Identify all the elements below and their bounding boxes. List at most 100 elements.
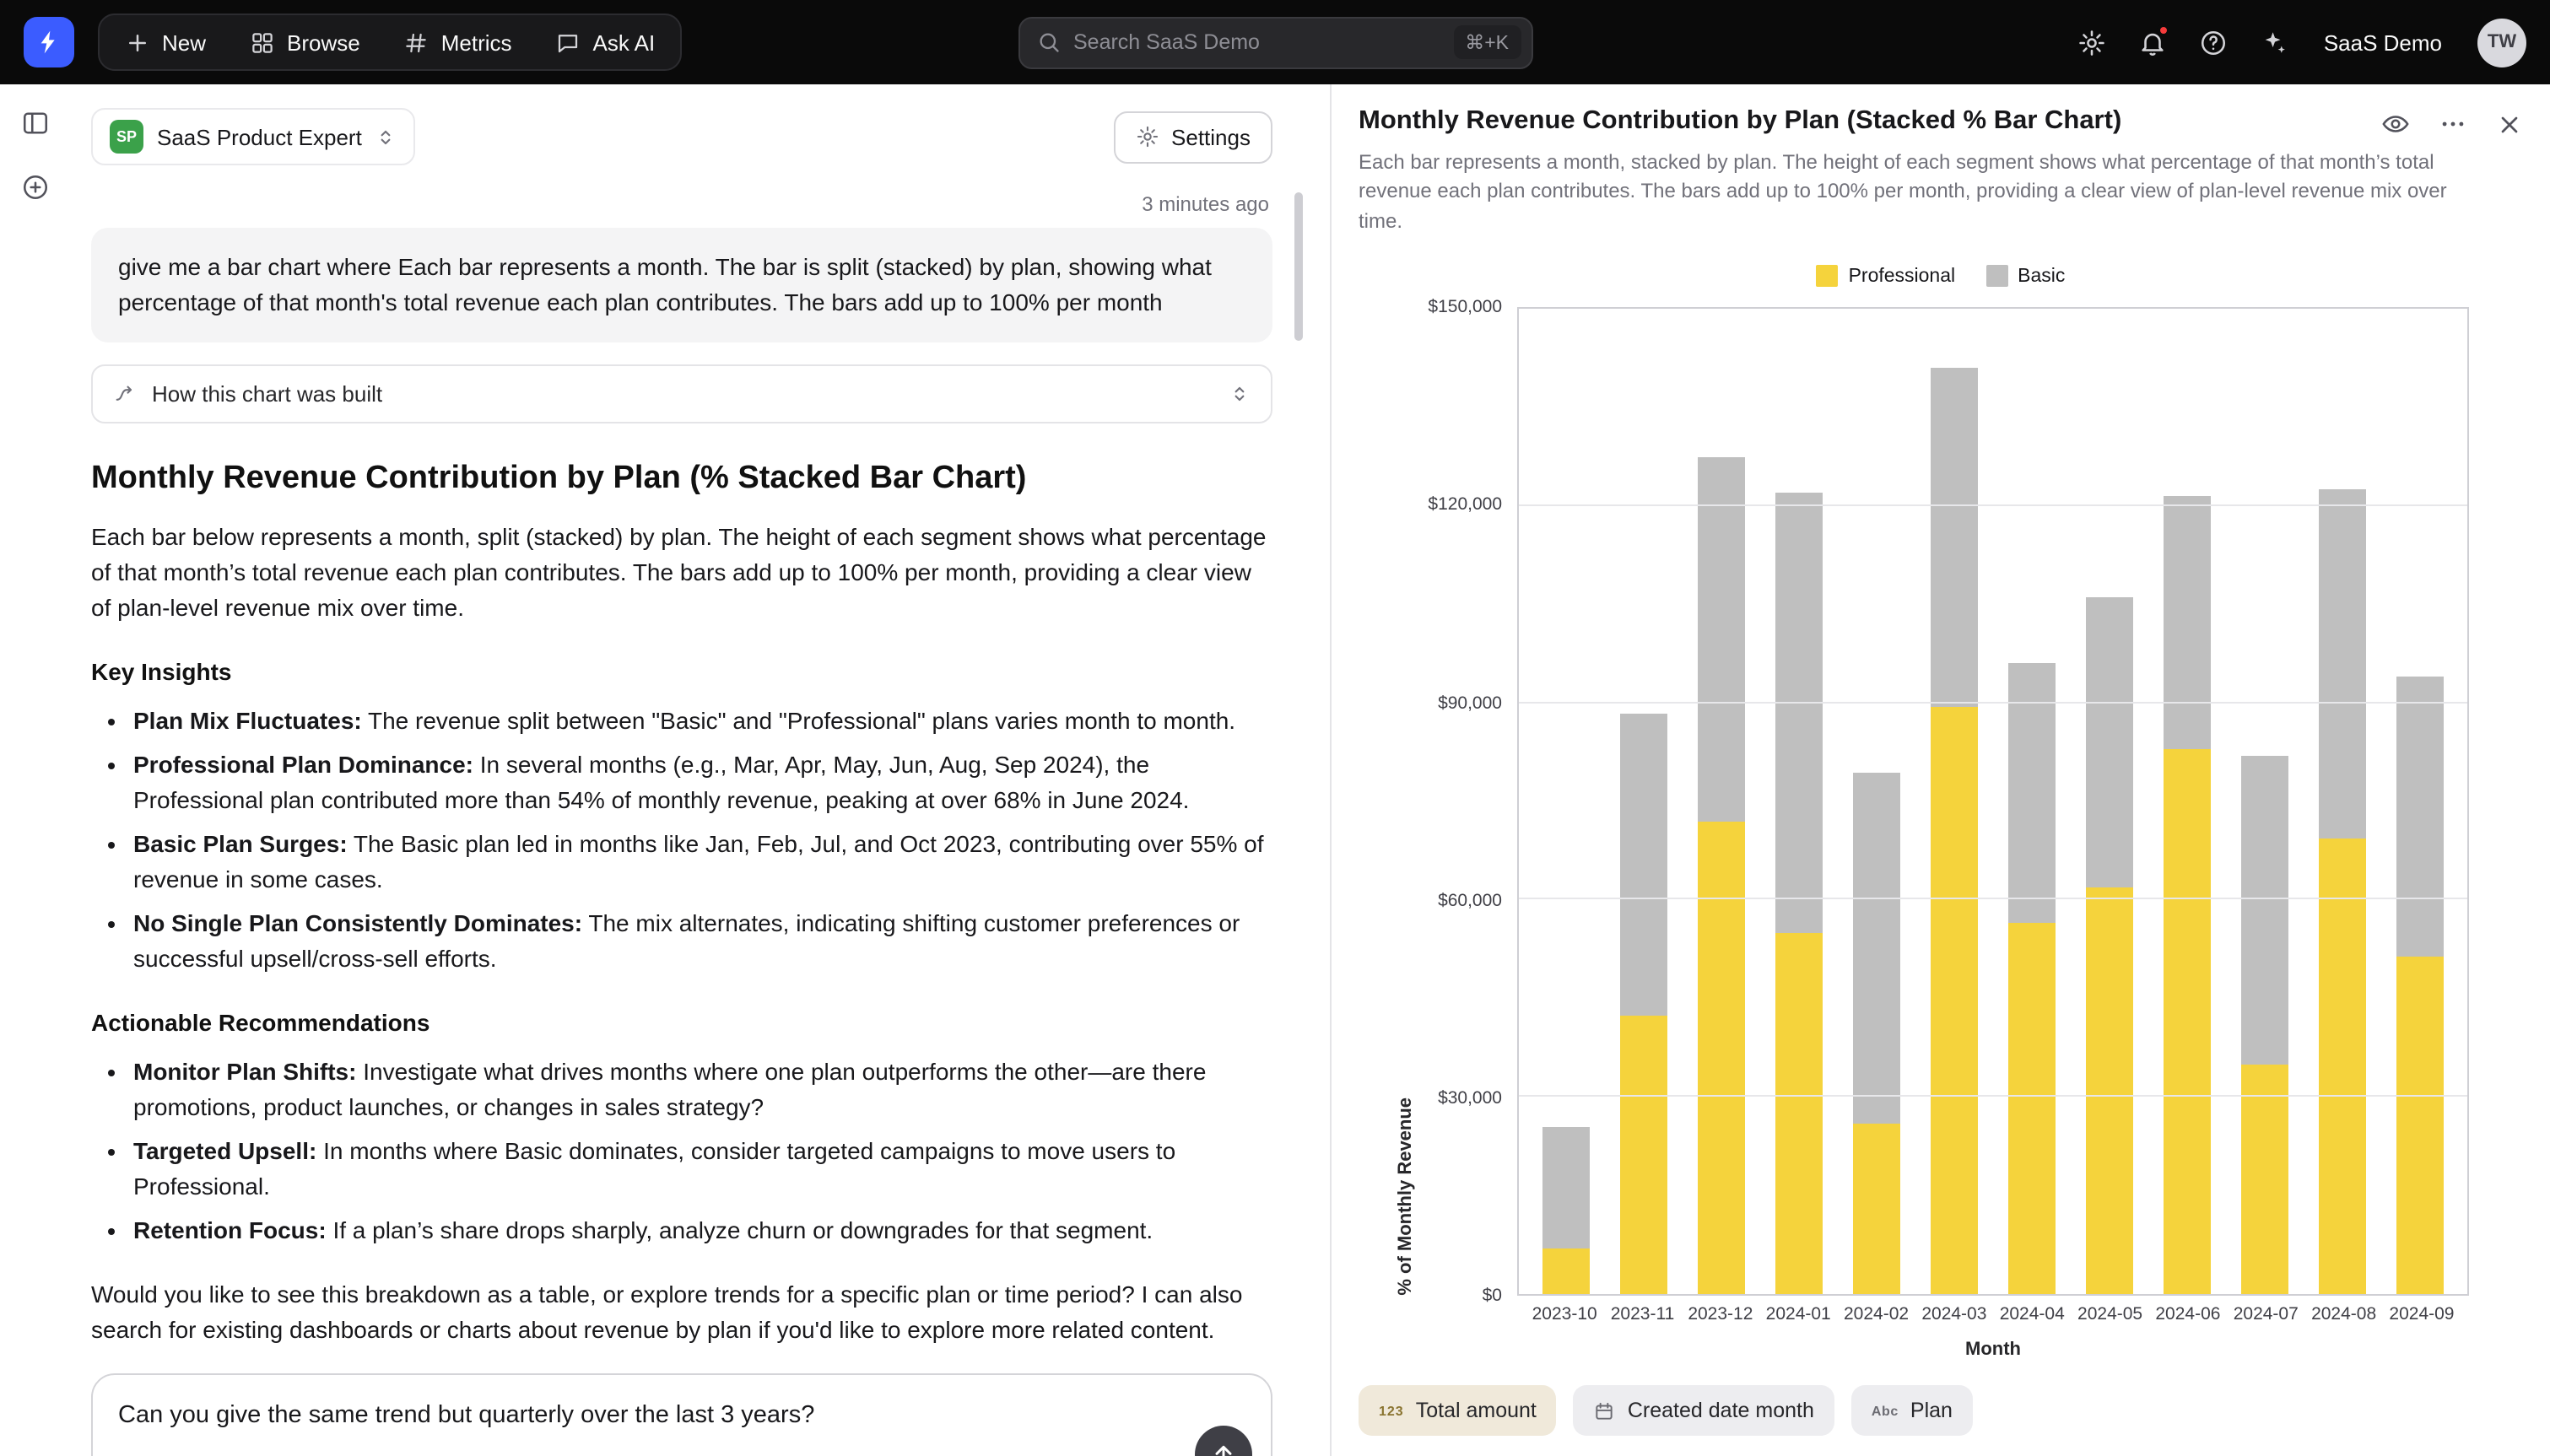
chat-scrollbar[interactable] bbox=[1294, 192, 1303, 341]
basic-segment[interactable] bbox=[1542, 1127, 1590, 1248]
field-chip-total-amount[interactable]: 123 Total amount bbox=[1359, 1385, 1557, 1436]
basic-segment[interactable] bbox=[2163, 496, 2211, 749]
settings-gear-button[interactable] bbox=[2077, 28, 2106, 57]
gridline bbox=[1519, 1095, 2467, 1097]
professional-segment[interactable] bbox=[2085, 887, 2133, 1294]
professional-segment[interactable] bbox=[1775, 933, 1823, 1294]
bar-2023-12[interactable] bbox=[1683, 309, 1760, 1294]
bar-2024-07[interactable] bbox=[2226, 309, 2304, 1294]
message-timestamp: 3 minutes ago bbox=[91, 192, 1269, 216]
professional-segment[interactable] bbox=[2007, 923, 2056, 1294]
list-item: Retention Focus: If a plan’s share drops… bbox=[133, 1213, 1272, 1248]
professional-segment[interactable] bbox=[2318, 838, 2366, 1294]
x-tick-label: 2024-06 bbox=[2149, 1304, 2227, 1324]
x-tick-label: 2024-04 bbox=[1993, 1304, 2071, 1324]
professional-segment[interactable] bbox=[2240, 1065, 2288, 1294]
how-chart-built-expander[interactable]: How this chart was built bbox=[91, 364, 1272, 423]
help-button[interactable] bbox=[2199, 28, 2228, 57]
lightning-bolt-icon bbox=[35, 29, 62, 56]
agent-selector[interactable]: SP SaaS Product Expert bbox=[91, 108, 416, 165]
basic-segment[interactable] bbox=[2240, 756, 2288, 1065]
professional-segment[interactable] bbox=[1697, 822, 1745, 1294]
workspace-name[interactable]: SaaS Demo bbox=[2324, 30, 2442, 55]
recommendations-list: Monitor Plan Shifts: Investigate what dr… bbox=[91, 1054, 1272, 1248]
legend-item-professional[interactable]: Professional bbox=[1817, 265, 1956, 287]
nav-browse-label: Browse bbox=[287, 30, 360, 55]
topbar-right: SaaS Demo TW bbox=[2077, 18, 2526, 67]
professional-segment[interactable] bbox=[1852, 1124, 1900, 1294]
key-insights-heading: Key Insights bbox=[91, 658, 1272, 685]
basic-segment[interactable] bbox=[1930, 368, 1978, 706]
professional-segment[interactable] bbox=[2163, 749, 2211, 1294]
calendar-icon bbox=[1594, 1399, 1616, 1421]
field-chip-plan[interactable]: Abc Plan bbox=[1851, 1385, 1973, 1436]
x-axis-title: Month bbox=[1517, 1340, 2469, 1360]
thread-settings-button[interactable]: Settings bbox=[1114, 111, 1272, 163]
main-area: SP SaaS Product Expert Settings 3 minute… bbox=[0, 84, 2550, 1456]
bar-2024-03[interactable] bbox=[1915, 309, 1993, 1294]
basic-segment[interactable] bbox=[1852, 772, 1900, 1123]
nav-new[interactable]: New bbox=[103, 15, 228, 69]
bar-2024-06[interactable] bbox=[2148, 309, 2226, 1294]
basic-segment[interactable] bbox=[1775, 493, 1823, 933]
field-chip-created-date-month[interactable]: Created date month bbox=[1574, 1385, 1834, 1436]
professional-segment[interactable] bbox=[1542, 1248, 1590, 1294]
app-logo[interactable] bbox=[24, 17, 74, 67]
bar-2024-01[interactable] bbox=[1760, 309, 1838, 1294]
list-item: No Single Plan Consistently Dominates: T… bbox=[133, 906, 1272, 977]
search-icon bbox=[1036, 30, 1060, 54]
professional-segment[interactable] bbox=[1619, 1015, 1667, 1294]
composer-input[interactable]: Can you give the same trend but quarterl… bbox=[93, 1375, 1271, 1456]
basic-segment[interactable] bbox=[1697, 457, 1745, 822]
key-insights-list: Plan Mix Fluctuates: The revenue split b… bbox=[91, 704, 1272, 977]
nav-ask-ai-label: Ask AI bbox=[593, 30, 656, 55]
legend-swatch bbox=[1817, 265, 1839, 287]
preview-button[interactable] bbox=[2381, 110, 2410, 138]
field-chip-label: Total amount bbox=[1416, 1399, 1537, 1422]
user-avatar[interactable]: TW bbox=[2477, 18, 2526, 67]
basic-segment[interactable] bbox=[2318, 489, 2366, 838]
x-axis-ticks: 2023-102023-112023-122024-012024-022024-… bbox=[1517, 1304, 2469, 1324]
bar-2024-09[interactable] bbox=[2381, 309, 2459, 1294]
notifications-button[interactable] bbox=[2138, 28, 2167, 57]
list-item: Plan Mix Fluctuates: The revenue split b… bbox=[133, 704, 1272, 739]
x-tick-label: 2024-09 bbox=[2383, 1304, 2461, 1324]
basic-segment[interactable] bbox=[1619, 713, 1667, 1015]
chart-panel: Monthly Revenue Contribution by Plan (St… bbox=[1330, 84, 2550, 1456]
professional-segment[interactable] bbox=[1930, 706, 1978, 1294]
sidebar-icon bbox=[20, 108, 51, 138]
chat-panel: SP SaaS Product Expert Settings 3 minute… bbox=[71, 84, 1330, 1456]
toggle-sidebar-button[interactable] bbox=[20, 108, 51, 138]
basic-segment[interactable] bbox=[2085, 598, 2133, 887]
ai-sparkles-button[interactable] bbox=[2260, 28, 2288, 57]
global-search[interactable]: ⌘+K bbox=[1018, 16, 1532, 68]
chevron-updown-icon bbox=[375, 126, 397, 148]
more-options-button[interactable] bbox=[2439, 110, 2467, 138]
plot-region bbox=[1517, 307, 2469, 1296]
close-panel-button[interactable] bbox=[2496, 110, 2523, 138]
bar-2023-10[interactable] bbox=[1527, 309, 1605, 1294]
legend-swatch bbox=[1985, 265, 2007, 287]
bar-2023-11[interactable] bbox=[1605, 309, 1683, 1294]
bar-2024-08[interactable] bbox=[2304, 309, 2381, 1294]
sparkles-icon bbox=[2260, 28, 2288, 57]
chart-subtitle: Each bar represents a month, stacked by … bbox=[1359, 148, 2464, 236]
list-item: Monitor Plan Shifts: Investigate what dr… bbox=[133, 1054, 1272, 1125]
legend-item-basic[interactable]: Basic bbox=[1985, 265, 2065, 287]
new-thread-button[interactable] bbox=[20, 172, 51, 202]
left-rail bbox=[0, 84, 71, 1456]
chat-icon bbox=[556, 30, 581, 55]
grid-icon bbox=[250, 30, 275, 55]
nav-metrics[interactable]: Metrics bbox=[382, 15, 534, 69]
x-tick-label: 2024-07 bbox=[2227, 1304, 2304, 1324]
nav-ask-ai[interactable]: Ask AI bbox=[534, 15, 678, 69]
bar-2024-04[interactable] bbox=[1993, 309, 2071, 1294]
legend-label: Professional bbox=[1849, 266, 1956, 286]
nav-browse[interactable]: Browse bbox=[228, 15, 382, 69]
bar-2024-02[interactable] bbox=[1838, 309, 1915, 1294]
nav-new-label: New bbox=[162, 30, 206, 55]
professional-segment[interactable] bbox=[2396, 956, 2444, 1294]
bar-2024-05[interactable] bbox=[2071, 309, 2148, 1294]
search-input[interactable] bbox=[1073, 30, 1440, 54]
basic-segment[interactable] bbox=[2396, 677, 2444, 956]
